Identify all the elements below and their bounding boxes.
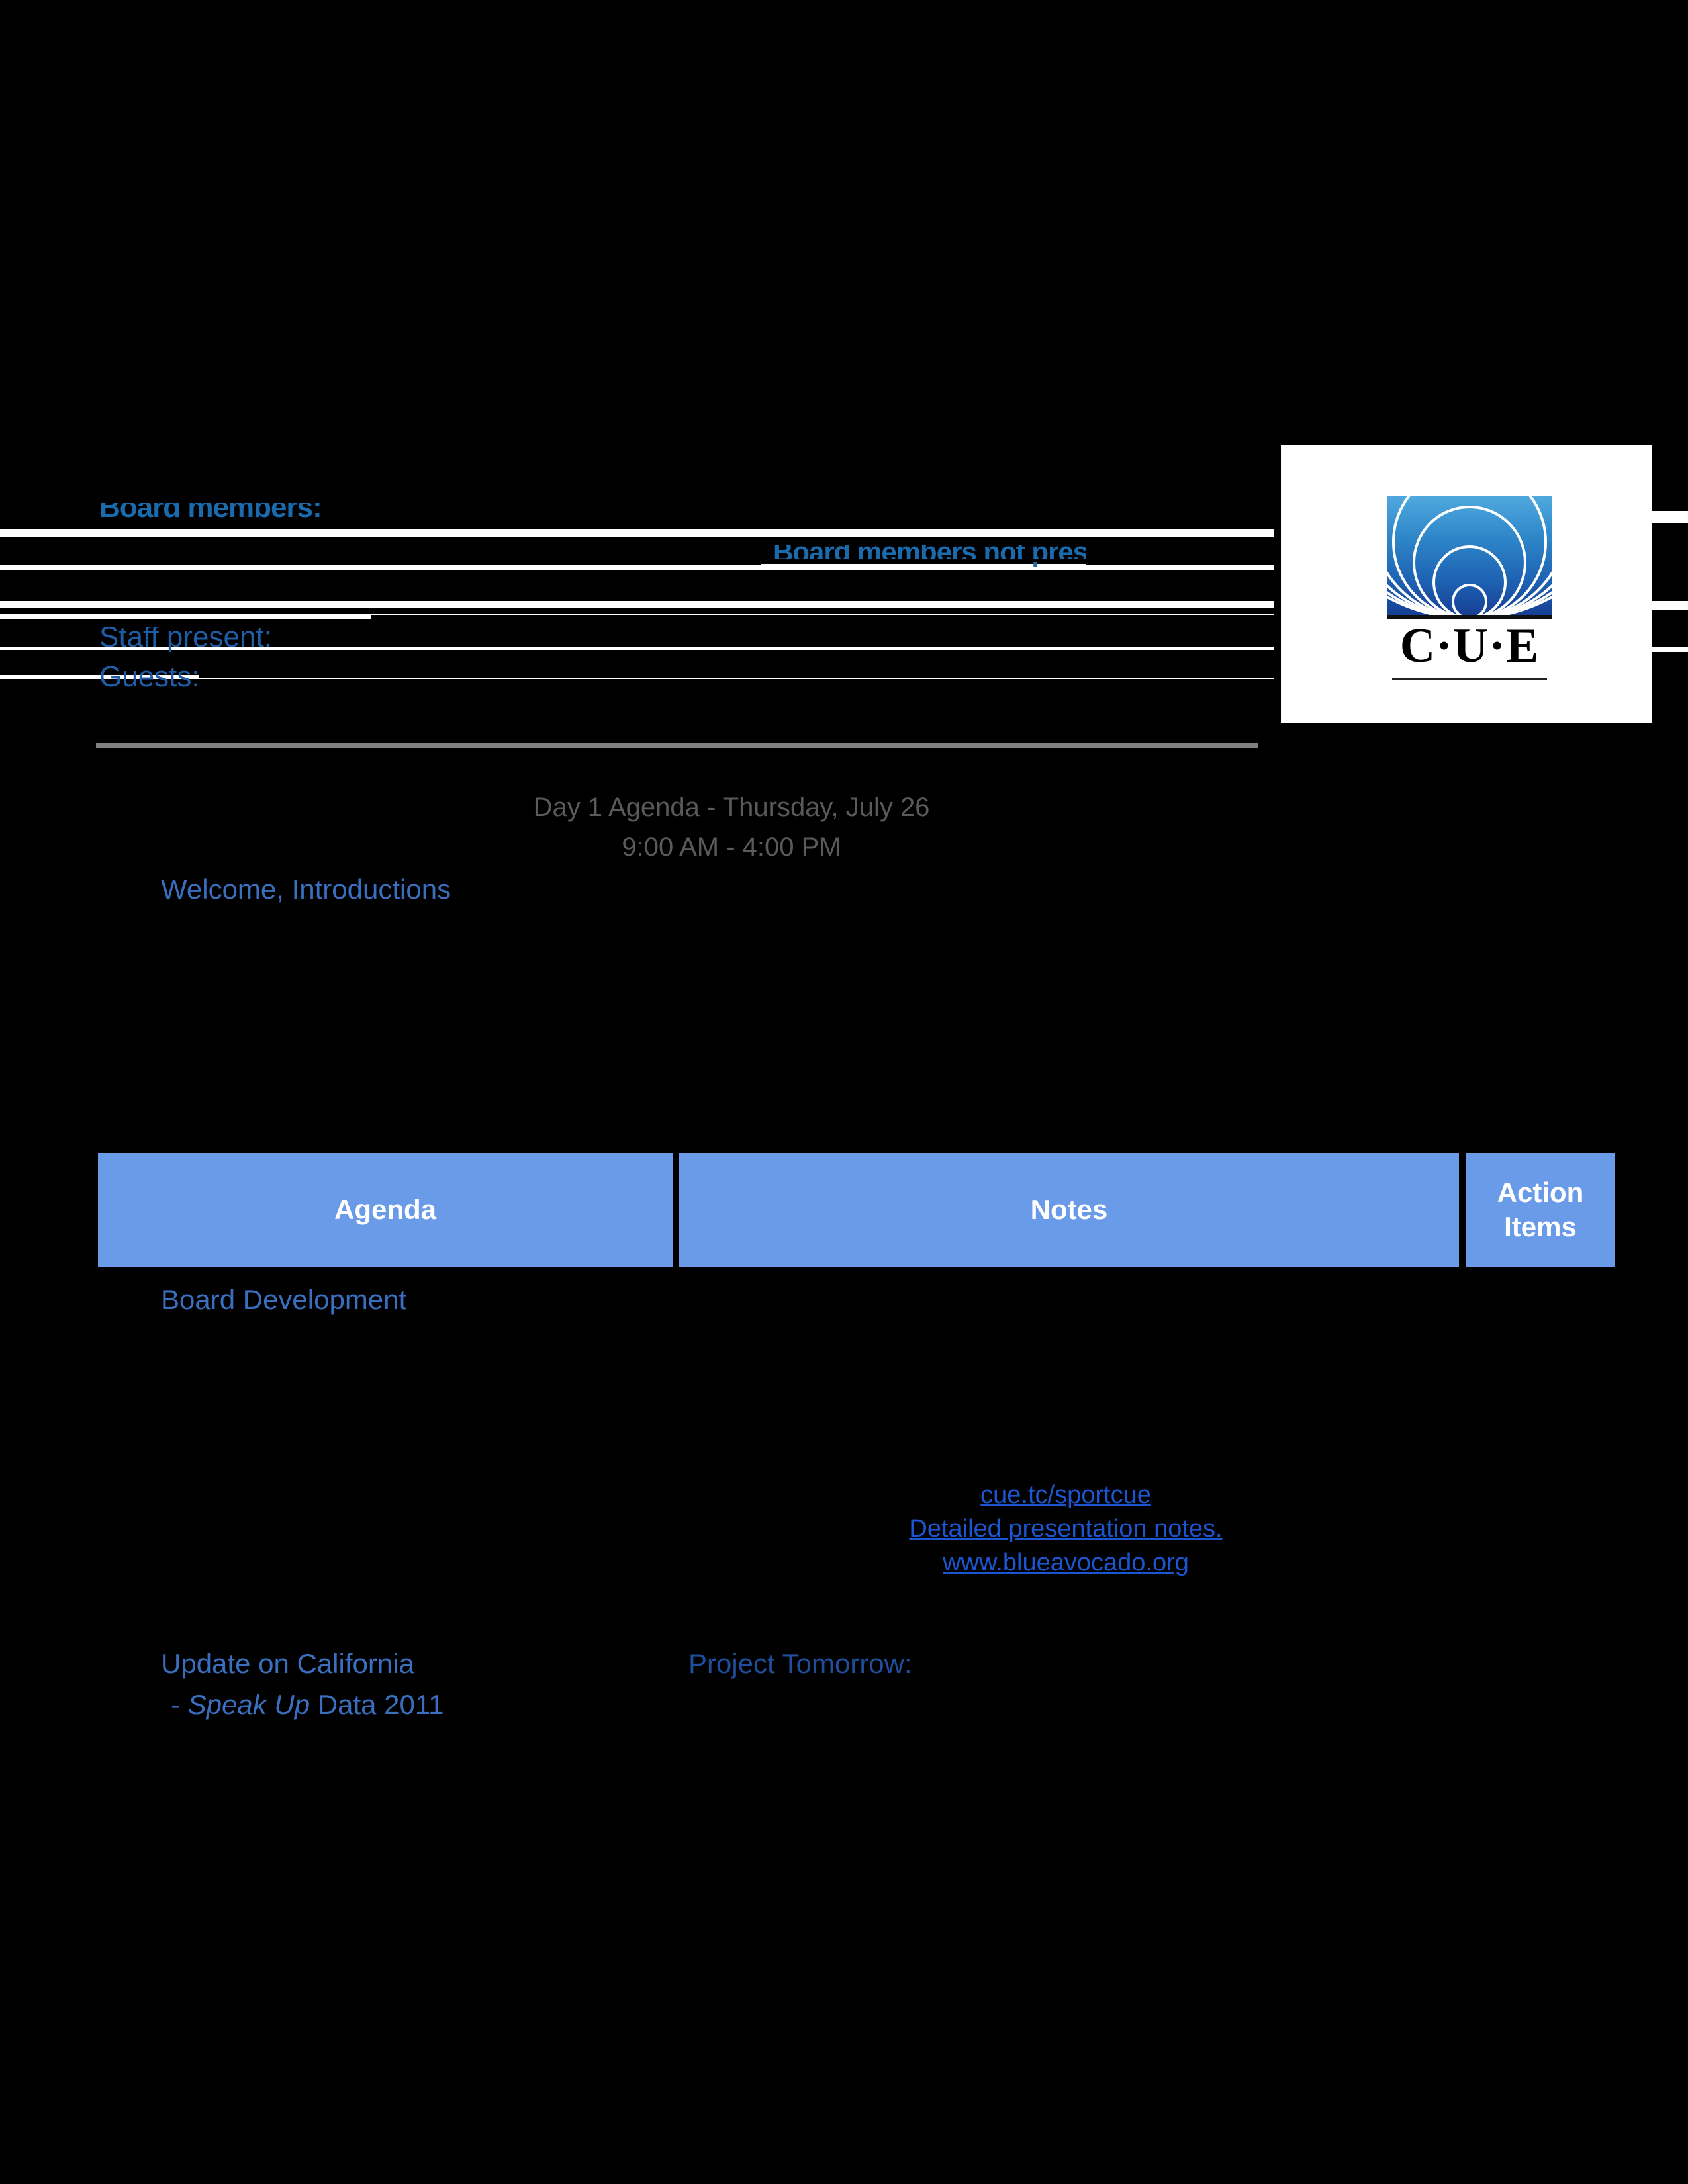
link-blueavocado[interactable]: www.blueavocado.org — [675, 1549, 1456, 1577]
logo-arc — [1387, 496, 1552, 615]
table-header-action-items: Action Items — [1466, 1153, 1615, 1267]
cue-logo-mark — [1387, 496, 1552, 615]
redaction-bar — [0, 507, 93, 524]
cue-wordmark: C·U·E — [1399, 619, 1540, 673]
agenda-item-update-on-california: Update on California — [161, 1648, 414, 1679]
logo-bottom-rule — [1392, 678, 1547, 680]
agenda-heading-line2: 9:00 AM - 4:00 PM — [622, 833, 841, 862]
section-divider — [96, 743, 1258, 748]
table-header-agenda: Agenda — [98, 1153, 673, 1267]
agenda-item-speak-up-data: - Speak Up Data 2011 — [171, 1689, 444, 1721]
notes-project-tomorrow: Project Tomorrow: — [688, 1648, 912, 1679]
notes-link-group: cue.tc/sportcue Detailed presentation no… — [675, 1481, 1456, 1577]
speak-up-prefix: - — [171, 1689, 188, 1720]
link-cue-tc-sportcue[interactable]: cue.tc/sportcue — [675, 1481, 1456, 1510]
cue-logo: C·U·E — [1281, 445, 1652, 723]
speak-up-suffix: Data 2011 — [310, 1689, 444, 1720]
speak-up-title: Speak Up — [187, 1689, 310, 1720]
agenda-table: Agenda Notes Action Items — [98, 1153, 1615, 1267]
agenda-item-welcome: Welcome, Introductions — [161, 874, 451, 905]
agenda-item-board-development: Board Development — [161, 1284, 407, 1315]
table-header-notes: Notes — [679, 1153, 1459, 1267]
link-detailed-presentation-notes[interactable]: Detailed presentation notes. — [675, 1515, 1456, 1543]
agenda-heading-line1: Day 1 Agenda - Thursday, July 26 — [533, 793, 930, 822]
document-page: Board members: Board members not present… — [0, 0, 1688, 2184]
